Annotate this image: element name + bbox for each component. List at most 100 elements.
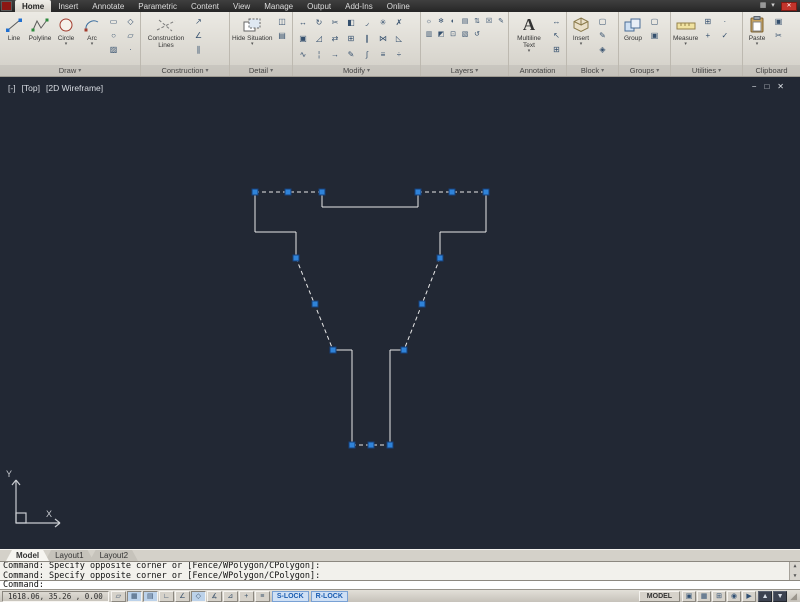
group-manager-icon[interactable]: ▣ xyxy=(647,29,662,42)
lwt-toggle[interactable]: ≡ xyxy=(255,591,270,602)
grip[interactable] xyxy=(449,189,455,195)
ribbon-tab-parametric[interactable]: Parametric xyxy=(131,0,184,12)
line-button[interactable]: Line xyxy=(2,13,26,42)
divide-icon[interactable]: ÷ xyxy=(391,47,407,63)
stretch-icon[interactable]: ⇄ xyxy=(327,31,343,47)
panel-label-block[interactable]: Block▾ xyxy=(567,65,618,76)
viewport-controls-menu[interactable]: [-] xyxy=(8,83,16,93)
grip[interactable] xyxy=(312,301,318,307)
ribbon-tab-home[interactable]: Home xyxy=(15,0,51,12)
paste-dropdown-icon[interactable]: ▾ xyxy=(756,42,759,47)
layout-tab-layout1[interactable]: Layout1 xyxy=(45,550,93,561)
erase-icon[interactable]: ✗ xyxy=(391,15,407,31)
measure-dropdown-icon[interactable]: ▾ xyxy=(684,42,687,47)
command-input[interactable]: Command: xyxy=(0,580,800,589)
layer-match-icon[interactable]: ⇅ xyxy=(471,15,483,28)
steering-wheel-icon[interactable]: ◉ xyxy=(727,591,741,602)
insert-button[interactable]: Insert ▾ xyxy=(569,13,593,47)
ribbon-tab-insert[interactable]: Insert xyxy=(51,0,85,12)
measure-button[interactable]: Measure ▾ xyxy=(673,13,698,47)
quick-calc-icon[interactable]: ⊞ xyxy=(700,15,715,28)
layer-freeze-icon[interactable]: ❄ xyxy=(435,15,447,28)
viewport-restore-icon[interactable]: □ xyxy=(764,82,769,91)
construction-lines-button[interactable]: Construction Lines xyxy=(143,13,189,49)
grip[interactable] xyxy=(285,189,291,195)
quick-select-icon[interactable]: ✓ xyxy=(717,29,732,42)
panel-label-modify[interactable]: Modify▾ xyxy=(293,65,420,76)
panel-label-clipboard[interactable]: Clipboard xyxy=(743,65,800,76)
snap-toggle[interactable]: ▦ xyxy=(127,591,142,602)
ribbon-tab-manage[interactable]: Manage xyxy=(257,0,300,12)
grid-toggle[interactable]: ▤ xyxy=(143,591,158,602)
copy-clip-icon[interactable]: ▣ xyxy=(771,15,786,28)
multiline-text-dropdown-icon[interactable]: ▾ xyxy=(528,49,531,54)
panel-label-groups[interactable]: Groups▾ xyxy=(619,65,670,76)
polygon-icon[interactable]: ◇ xyxy=(123,15,138,28)
paste-button[interactable]: Paste ▾ xyxy=(745,13,769,47)
group-button[interactable]: Group xyxy=(621,13,645,42)
scroll-down-icon[interactable]: ▼ xyxy=(793,572,796,581)
layer-edit-icon[interactable]: ✎ xyxy=(495,15,507,28)
r-lock-button[interactable]: R-LOCK xyxy=(311,591,348,602)
grip[interactable] xyxy=(415,189,421,195)
grip[interactable] xyxy=(368,442,374,448)
grip[interactable] xyxy=(252,189,258,195)
layer-delete-icon[interactable]: ☒ xyxy=(483,15,495,28)
section-view-icon[interactable]: ▤ xyxy=(274,29,289,42)
grip[interactable] xyxy=(387,442,393,448)
layer-off-icon[interactable]: ☼ xyxy=(423,15,435,28)
layout-tab-model[interactable]: Model xyxy=(6,550,49,561)
ribbon-tab-view[interactable]: View xyxy=(226,0,257,12)
block-editor-icon[interactable]: ✎ xyxy=(595,29,610,42)
polyline-button[interactable]: Polyline xyxy=(28,13,52,42)
grip[interactable] xyxy=(437,255,443,261)
otrack-toggle[interactable]: ∡ xyxy=(207,591,222,602)
cube-icon[interactable]: ▦ xyxy=(758,1,768,11)
move-icon[interactable]: ↔ xyxy=(295,15,311,31)
array-icon[interactable]: ⊞ xyxy=(343,31,359,47)
workspace-switch-icon[interactable]: ▼ xyxy=(773,591,787,602)
cut-icon[interactable]: ✂ xyxy=(771,29,786,42)
dyn-toggle[interactable]: + xyxy=(239,591,254,602)
close-button[interactable]: ✕ xyxy=(781,2,797,11)
copy-icon[interactable]: ▣ xyxy=(295,31,311,47)
grip[interactable] xyxy=(319,189,325,195)
offset-icon[interactable]: ∥ xyxy=(359,31,375,47)
detail-view-icon[interactable]: ◫ xyxy=(274,15,289,28)
edit-polyline-icon[interactable]: ✎ xyxy=(343,47,359,63)
panel-label-draw[interactable]: Draw▾ xyxy=(0,65,140,76)
layer-walk-icon[interactable]: ⊡ xyxy=(447,28,459,41)
panel-label-layers[interactable]: Layers▾ xyxy=(421,65,508,76)
point-icon[interactable]: · xyxy=(123,43,138,56)
scale-icon[interactable]: ◿ xyxy=(311,31,327,47)
command-scrollbar[interactable]: ▲ ▼ xyxy=(789,562,800,580)
panel-label-annotation[interactable]: Annotation xyxy=(509,65,566,76)
join-icon[interactable]: ⋈ xyxy=(375,31,391,47)
chamfer-icon[interactable]: ◺ xyxy=(391,31,407,47)
ungroup-icon[interactable]: ▢ xyxy=(647,15,662,28)
point-style-icon[interactable]: · xyxy=(717,15,732,28)
explode-icon[interactable]: ✳ xyxy=(375,15,391,31)
grip[interactable] xyxy=(483,189,489,195)
model-space-canvas[interactable]: Y X xyxy=(0,77,800,549)
annotation-scale-icon[interactable]: ▲ xyxy=(758,591,772,602)
hide-situation-dropdown-icon[interactable]: ▾ xyxy=(251,42,254,47)
lengthen-icon[interactable]: → xyxy=(327,47,343,63)
attribute-icon[interactable]: ◈ xyxy=(595,43,610,56)
grip[interactable] xyxy=(293,255,299,261)
layer-isolate-icon[interactable]: ◐ xyxy=(447,15,459,28)
coordinates-display[interactable]: 1618.06, 35.26 , 0.00 xyxy=(2,591,109,602)
leader-icon[interactable]: ↖ xyxy=(549,29,564,42)
viewport-view-control[interactable]: [Top] xyxy=(22,83,40,93)
quick-view-drawings-icon[interactable]: ⊞ xyxy=(712,591,726,602)
ortho-toggle[interactable]: ∟ xyxy=(159,591,174,602)
id-point-icon[interactable]: + xyxy=(700,29,715,42)
ellipse-icon[interactable]: ○ xyxy=(106,29,121,42)
osnap-toggle[interactable]: ◇ xyxy=(191,591,206,602)
trim-icon[interactable]: ✂ xyxy=(327,15,343,31)
rectangle-icon[interactable]: ▭ xyxy=(106,15,121,28)
viewport-visual-style-control[interactable]: [2D Wireframe] xyxy=(46,83,103,93)
scroll-up-icon[interactable]: ▲ xyxy=(793,562,796,572)
layout-tab-layout2[interactable]: Layout2 xyxy=(90,550,138,561)
region-icon[interactable]: ▱ xyxy=(123,29,138,42)
